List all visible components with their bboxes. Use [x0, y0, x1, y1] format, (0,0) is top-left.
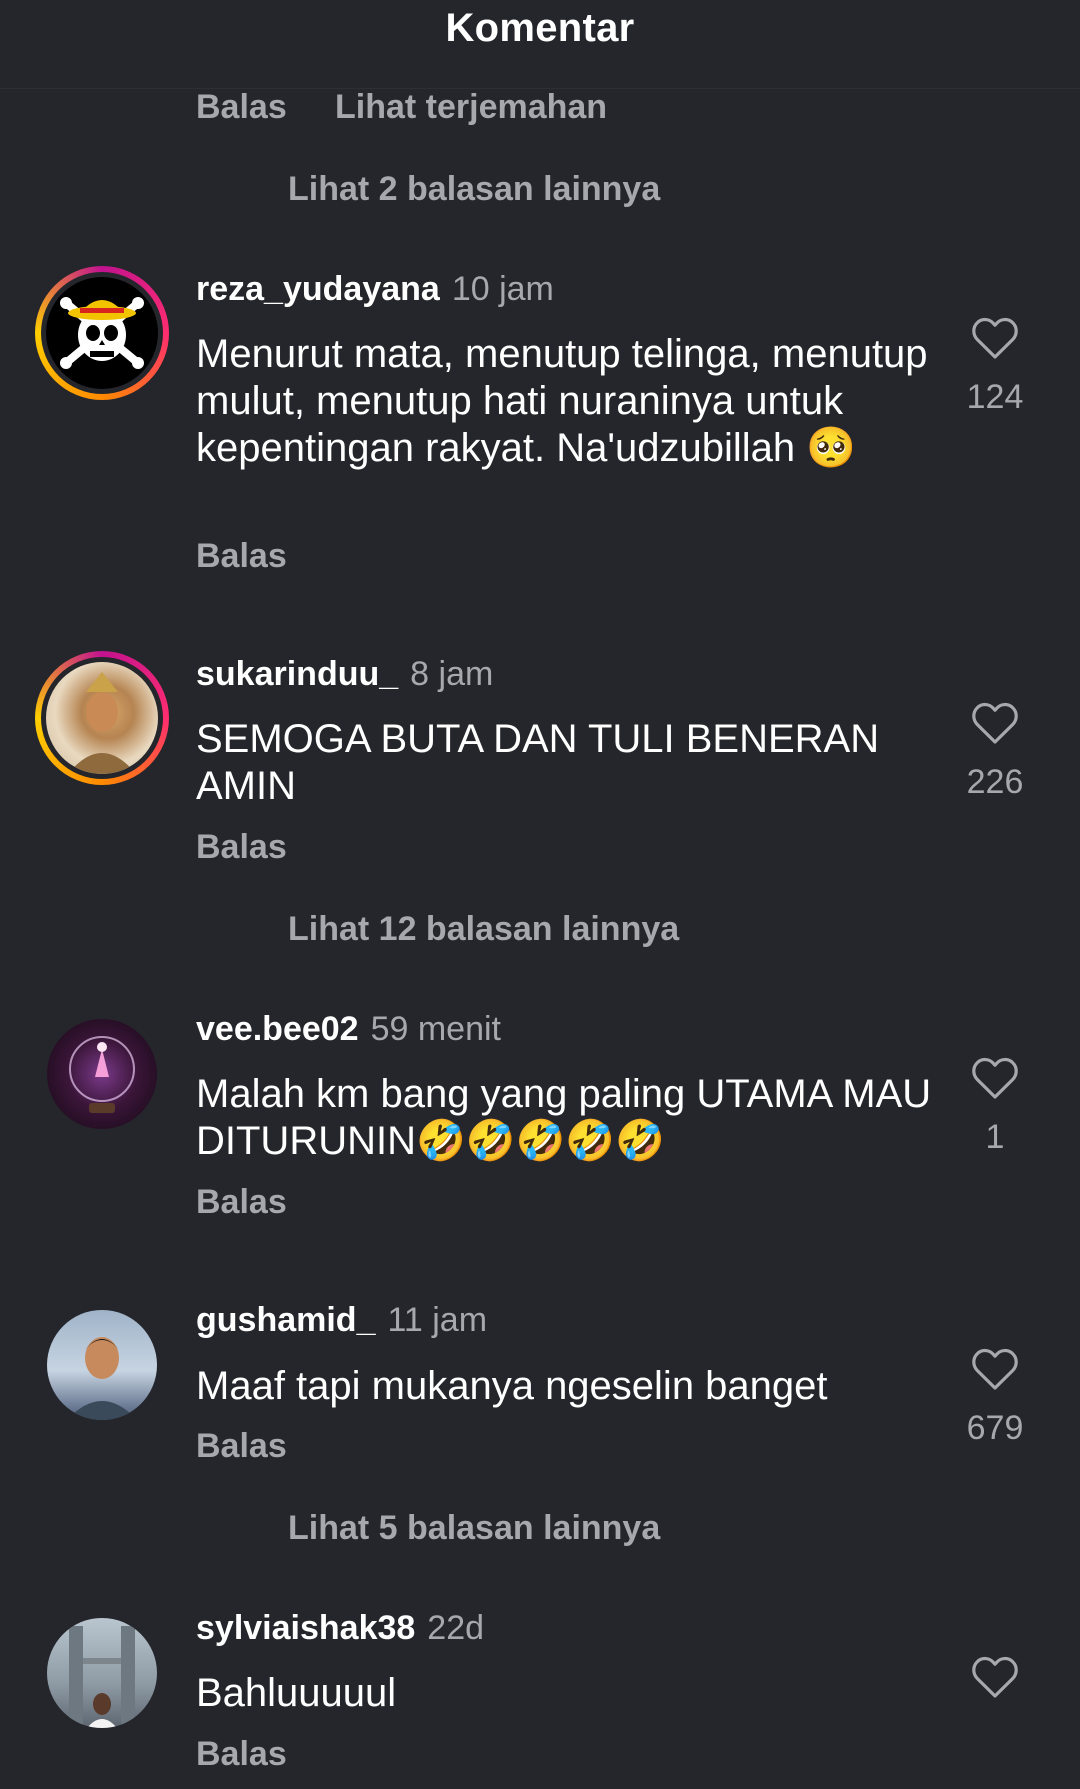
like-count: 124	[966, 378, 1024, 416]
like-button[interactable]	[960, 1655, 1030, 1699]
reply-button[interactable]: Balas	[196, 828, 287, 867]
comment-text: SEMOGA BUTA DAN TULI BENERAN AMIN	[196, 717, 880, 808]
profile-photo-icon	[69, 1036, 135, 1113]
comment-text: Malah km bang yang paling UTAMA MAU DITU…	[196, 1072, 932, 1163]
straw-hat-skull-icon	[60, 297, 144, 369]
heart-outline-icon	[972, 1057, 1018, 1099]
heart-outline-icon	[972, 702, 1018, 744]
like-button[interactable]: 1	[960, 1056, 1030, 1157]
like-count: 1	[985, 1118, 1005, 1156]
comment-text: Maaf tapi mukanya ngeselin banget	[196, 1364, 828, 1408]
reply-button[interactable]: Balas	[196, 88, 287, 127]
reply-button[interactable]: Balas	[196, 537, 287, 576]
comment-time: 22d	[427, 1609, 485, 1647]
heart-outline-icon	[972, 1656, 1018, 1698]
profile-photo-icon	[69, 1626, 135, 1728]
page-title: Komentar	[445, 6, 635, 50]
username[interactable]: vee.bee02	[196, 1010, 359, 1048]
comment-username[interactable]: gushamid_ 11 jam	[196, 1301, 487, 1340]
username[interactable]: sukarinduu_	[196, 655, 398, 693]
like-count: 226	[966, 763, 1024, 801]
view-more-replies-button[interactable]: Lihat 2 balasan lainnya	[288, 170, 660, 209]
view-more-replies-button[interactable]: Lihat 12 balasan lainnya	[288, 910, 679, 949]
avatar[interactable]	[35, 651, 169, 785]
like-button[interactable]: 679	[960, 1347, 1030, 1448]
avatar[interactable]	[47, 1618, 157, 1728]
like-button[interactable]: 124	[960, 316, 1030, 417]
view-more-replies-button[interactable]: Lihat 5 balasan lainnya	[288, 1509, 660, 1548]
comment-username[interactable]: reza_yudayana 10 jam	[196, 270, 554, 309]
comment-time: 10 jam	[451, 270, 554, 308]
comment-username[interactable]: vee.bee02 59 menit	[196, 1010, 501, 1049]
avatar[interactable]	[47, 1019, 157, 1129]
comment-time: 8 jam	[410, 655, 494, 693]
avatar[interactable]	[47, 1310, 157, 1420]
username[interactable]: gushamid_	[196, 1301, 375, 1339]
heart-outline-icon	[972, 1348, 1018, 1390]
avatar[interactable]	[35, 266, 169, 400]
comment-username[interactable]: sukarinduu_ 8 jam	[196, 655, 493, 694]
comment-time: 11 jam	[387, 1301, 488, 1339]
reply-button[interactable]: Balas	[196, 1735, 287, 1774]
comment-text: Menurut mata, menutup telinga, menutup m…	[196, 332, 928, 470]
profile-photo-icon	[68, 672, 136, 774]
profile-photo-icon	[67, 1337, 137, 1420]
reply-button[interactable]: Balas	[196, 1183, 287, 1222]
reply-button[interactable]: Balas	[196, 1427, 287, 1466]
comments-header: Komentar	[0, 0, 1080, 89]
comment-time: 59 menit	[370, 1010, 501, 1048]
username[interactable]: sylviaishak38	[196, 1609, 415, 1647]
translate-button[interactable]: Lihat terjemahan	[335, 88, 607, 127]
like-button[interactable]: 226	[960, 701, 1030, 802]
comment-text: Bahluuuuul	[196, 1671, 397, 1715]
username[interactable]: reza_yudayana	[196, 270, 440, 308]
heart-outline-icon	[972, 317, 1018, 359]
comment-username[interactable]: sylviaishak38 22d	[196, 1609, 484, 1648]
like-count: 679	[966, 1409, 1024, 1447]
